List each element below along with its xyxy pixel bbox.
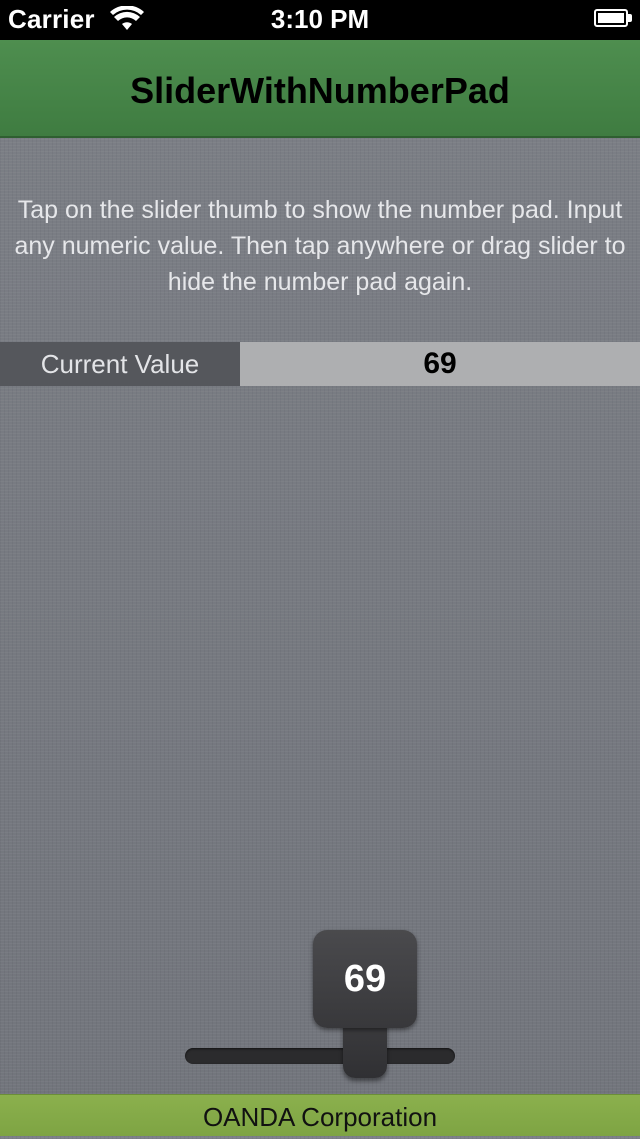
instructions-text: Tap on the slider thumb to show the numb… — [14, 196, 626, 296]
current-value-label: Current Value — [0, 342, 240, 386]
slider-value-label: 69 — [343, 958, 387, 1000]
current-value-display: 69 — [240, 342, 640, 386]
status-time: 3:10 PM — [270, 4, 370, 34]
footer-label: OANDA Corporation — [202, 1102, 438, 1132]
current-value-row: Current Value 69 — [0, 342, 640, 386]
slider-value-bubble[interactable]: 69 — [313, 930, 417, 1028]
nav-title: SliderWithNumberPad — [130, 70, 510, 111]
slider-track[interactable] — [185, 1048, 455, 1064]
footer-bar: OANDA Corporation — [0, 1094, 640, 1136]
status-bar: Carrier 3:10 PM — [0, 0, 640, 40]
battery-full-icon — [594, 9, 632, 27]
navigation-bar: SliderWithNumberPad — [0, 40, 640, 138]
